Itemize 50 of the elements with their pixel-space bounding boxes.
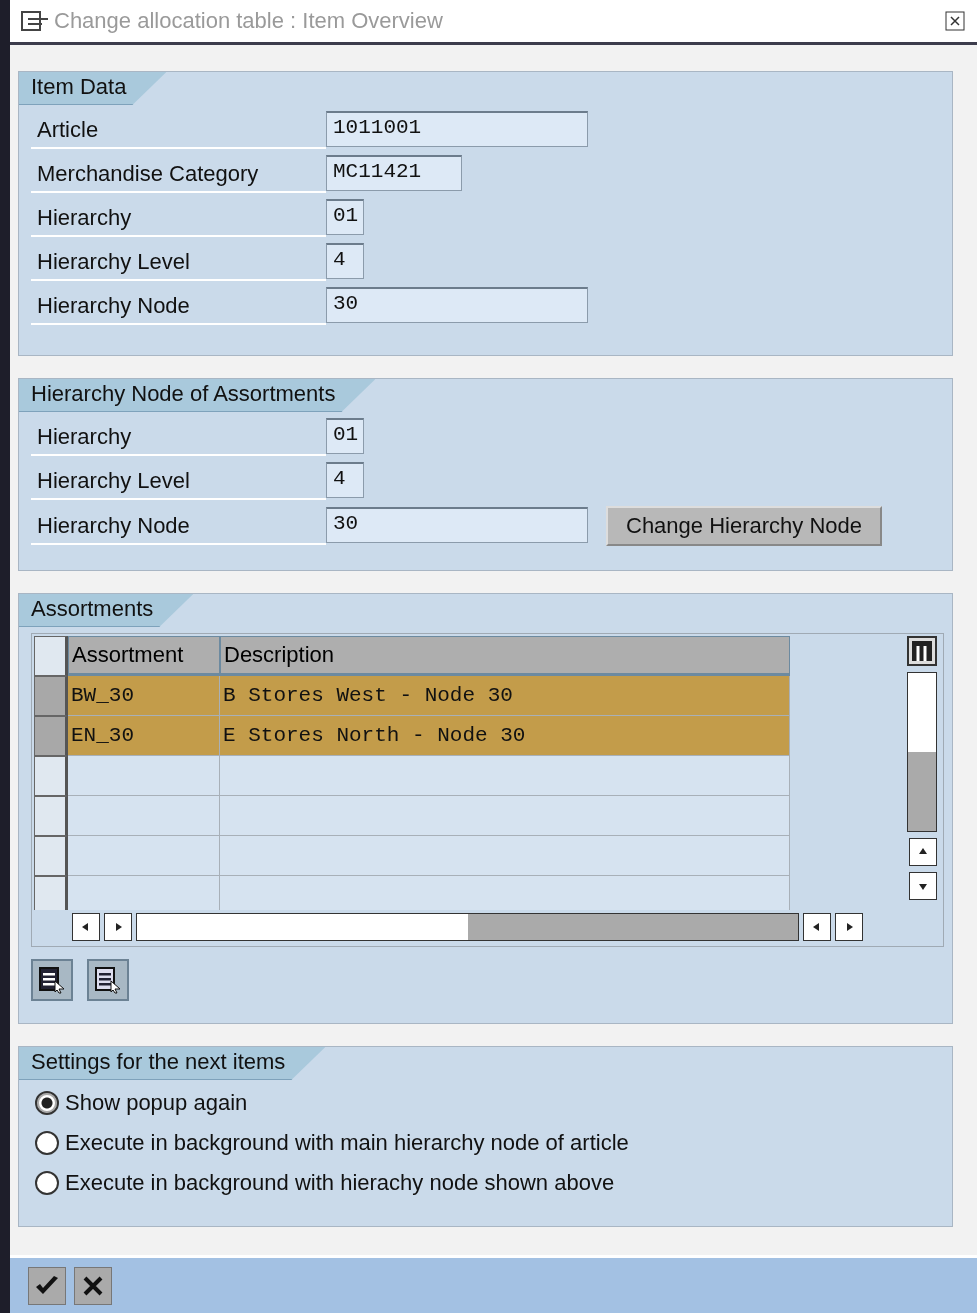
input-field[interactable]: 4	[326, 243, 364, 279]
input-field[interactable]: 30	[326, 507, 588, 543]
row-selector[interactable]	[34, 756, 68, 796]
input-field[interactable]: 30	[326, 287, 588, 323]
deselect-all-button[interactable]	[87, 959, 129, 1001]
page-list-icon	[93, 965, 123, 995]
group-title: Hierarchy Node of Assortments	[19, 379, 376, 412]
input-field[interactable]: MC11421	[326, 155, 462, 191]
input-field[interactable]: 1011001	[326, 111, 588, 147]
row-selector[interactable]	[34, 796, 68, 836]
row-selector[interactable]	[34, 716, 68, 756]
scroll-right-button[interactable]	[104, 913, 132, 942]
select-all-button[interactable]	[31, 959, 73, 1001]
table-cell: B Stores West - Node 30	[220, 676, 790, 716]
table-cell: EN_30	[68, 716, 220, 756]
radio-button[interactable]	[35, 1131, 59, 1155]
scroll-up-button[interactable]	[909, 838, 937, 866]
close-icon[interactable]	[945, 11, 965, 31]
table-cell: E Stores North - Node 30	[220, 716, 790, 756]
radio-label: Execute in background with hierachy node shown above	[65, 1170, 615, 1196]
scroll-left-button[interactable]	[803, 913, 831, 942]
horizontal-scrollbar[interactable]	[136, 913, 799, 942]
radio-label: Execute in background with main hierarchy node of article	[65, 1130, 629, 1156]
select-all-cell[interactable]	[34, 636, 68, 676]
row-selector[interactable]	[34, 836, 68, 876]
input-field[interactable]: 01	[326, 418, 364, 454]
column-header[interactable]: Assortment	[68, 636, 220, 676]
scroll-down-button[interactable]	[909, 872, 937, 900]
radio-label: Show popup again	[65, 1090, 248, 1116]
group-title: Assortments	[19, 594, 194, 627]
group-title: Settings for the next items	[19, 1047, 326, 1080]
radio-button[interactable]	[35, 1091, 59, 1115]
group-title: Item Data	[19, 72, 167, 105]
window-title: Change allocation table : Item Overview	[54, 8, 444, 34]
list-icon	[37, 965, 67, 995]
column-header[interactable]: Description	[220, 636, 790, 676]
input-field[interactable]: 4	[326, 462, 364, 498]
input-field[interactable]: 01	[326, 199, 364, 235]
change-hierarchy-node-button[interactable]: Change Hierarchy Node	[606, 506, 883, 546]
table-cell: BW_30	[68, 676, 220, 716]
table-settings-icon[interactable]	[907, 636, 937, 666]
scroll-left-button[interactable]	[72, 913, 100, 942]
confirm-button[interactable]	[28, 1266, 66, 1305]
window-icon	[20, 9, 50, 33]
scroll-right-button[interactable]	[835, 913, 863, 942]
row-selector[interactable]	[34, 676, 68, 716]
vertical-scrollbar[interactable]	[907, 672, 937, 832]
row-selector[interactable]	[34, 876, 68, 911]
cancel-button[interactable]	[74, 1266, 112, 1305]
radio-button[interactable]	[35, 1171, 59, 1195]
